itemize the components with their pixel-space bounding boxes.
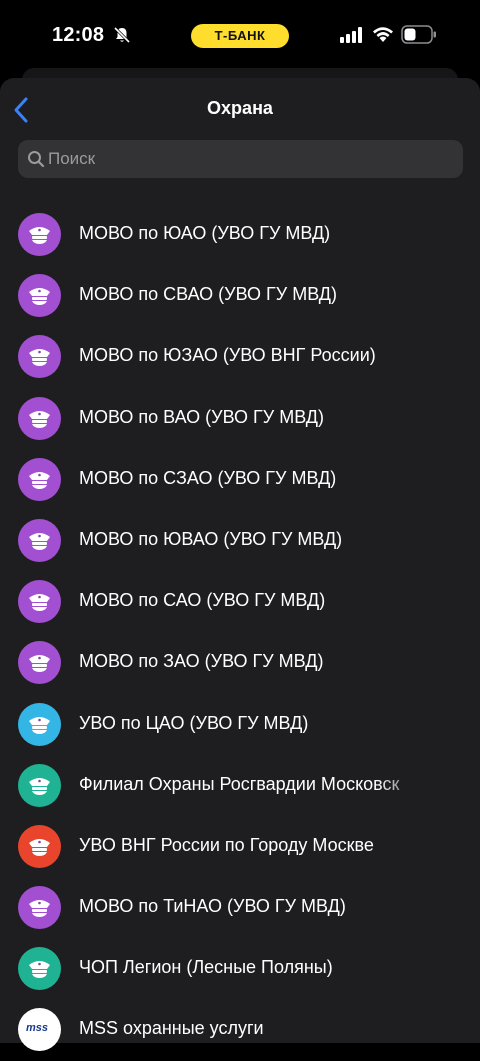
list-item[interactable]: МОВО по ЗАО (УВО ГУ МВД) bbox=[0, 632, 480, 693]
cellular-signal-icon bbox=[340, 27, 362, 43]
list-item-label: ЧОП Легион (Лесные Поляны) bbox=[79, 957, 333, 978]
police-cap-icon bbox=[29, 471, 50, 489]
avatar bbox=[18, 518, 61, 562]
list-item[interactable]: МОВО по СВАО (УВО ГУ МВД) bbox=[0, 265, 480, 326]
list-item-label: МОВО по ЗАО (УВО ГУ МВД) bbox=[79, 651, 324, 672]
police-cap-icon bbox=[29, 900, 50, 918]
list-item-label: МОВО по САО (УВО ГУ МВД) bbox=[79, 590, 326, 611]
avatar bbox=[18, 396, 61, 440]
battery-icon bbox=[401, 25, 436, 44]
avatar bbox=[18, 824, 61, 868]
police-cap-icon bbox=[29, 532, 50, 550]
list-item-label: МОВО по ЮЗАО (УВО ВНГ России) bbox=[79, 345, 376, 366]
avatar bbox=[18, 763, 61, 807]
avatar: mss bbox=[18, 1008, 61, 1052]
list-item-label: МОВО по ЮАО (УВО ГУ МВД) bbox=[79, 223, 331, 243]
list-item-label: УВО по ЦАО (УВО ГУ МВД) bbox=[79, 712, 309, 733]
list-item[interactable]: МОВО по ЮВАО (УВО ГУ МВД) bbox=[0, 510, 480, 571]
avatar bbox=[18, 274, 61, 318]
bank-badge[interactable]: Т-БАНК bbox=[191, 24, 289, 48]
police-cap-icon bbox=[29, 227, 50, 244]
avatar bbox=[18, 580, 61, 624]
police-cap-icon bbox=[29, 410, 50, 428]
avatar bbox=[18, 641, 61, 685]
list-item[interactable]: ЧОП Легион (Лесные Поляны) bbox=[0, 938, 480, 999]
list-item[interactable]: МОВО по ЮАО (УВО ГУ МВД) bbox=[0, 204, 480, 265]
police-cap-icon bbox=[29, 961, 50, 979]
avatar bbox=[18, 457, 61, 501]
modal-sheet: Охрана МОВО по ЮАО (УВО ГУ МВД) МОВО по С… bbox=[0, 78, 480, 1052]
list-item-label: MSS охранные услуги bbox=[79, 1018, 264, 1039]
status-time: 12:08 bbox=[52, 24, 105, 46]
list-item[interactable]: mss MSS охранные услуги bbox=[0, 999, 480, 1060]
police-cap-icon bbox=[29, 716, 50, 734]
avatar bbox=[18, 886, 61, 930]
list-item-label: Филиал Охраны Росгвардии Московск bbox=[79, 773, 400, 794]
status-bar: 12:08 Т-БАНК bbox=[0, 0, 480, 68]
list-item[interactable]: Филиал Охраны Росгвардии Московск bbox=[0, 755, 480, 816]
bell-off-icon bbox=[113, 26, 131, 44]
list-item[interactable]: МОВО по СЗАО (УВО ГУ МВД) bbox=[0, 449, 480, 510]
avatar bbox=[18, 213, 61, 256]
organization-list: МОВО по ЮАО (УВО ГУ МВД) МОВО по СВАО (УВ… bbox=[0, 204, 480, 1061]
list-item[interactable]: УВО по ЦАО (УВО ГУ МВД) bbox=[0, 694, 480, 755]
avatar bbox=[18, 335, 61, 379]
search-icon bbox=[28, 151, 45, 168]
search-input[interactable] bbox=[48, 140, 448, 178]
list-item[interactable]: УВО ВНГ России по Городу Москве bbox=[0, 816, 480, 877]
list-item-label: УВО ВНГ России по Городу Москве bbox=[79, 834, 374, 855]
list-item[interactable]: МОВО по ЮЗАО (УВО ВНГ России) bbox=[0, 326, 480, 387]
list-item[interactable]: МОВО по САО (УВО ГУ МВД) bbox=[0, 571, 480, 632]
list-item-label: МОВО по СВАО (УВО ГУ МВД) bbox=[79, 284, 337, 305]
list-item[interactable]: МОВО по ВАО (УВО ГУ МВД) bbox=[0, 388, 480, 449]
police-cap-icon bbox=[29, 594, 50, 612]
police-cap-icon bbox=[29, 777, 50, 795]
police-cap-icon bbox=[29, 838, 50, 856]
list-item-label: МОВО по ТиНАО (УВО ГУ МВД) bbox=[79, 896, 346, 917]
list-item-label: МОВО по ЮВАО (УВО ГУ МВД) bbox=[79, 528, 343, 549]
avatar bbox=[18, 947, 61, 991]
mss-logo-icon: mss bbox=[26, 1022, 49, 1035]
list-item[interactable]: МОВО по ТиНАО (УВО ГУ МВД) bbox=[0, 877, 480, 938]
list-item-label: МОВО по ВАО (УВО ГУ МВД) bbox=[79, 406, 324, 427]
avatar bbox=[18, 702, 61, 746]
list-item-label: МОВО по СЗАО (УВО ГУ МВД) bbox=[79, 467, 337, 488]
wifi-icon bbox=[373, 27, 393, 42]
page-title: Охрана bbox=[207, 98, 273, 118]
search-bar[interactable] bbox=[18, 140, 463, 178]
police-cap-icon bbox=[29, 288, 50, 306]
police-cap-icon bbox=[29, 349, 50, 367]
police-cap-icon bbox=[29, 655, 50, 673]
